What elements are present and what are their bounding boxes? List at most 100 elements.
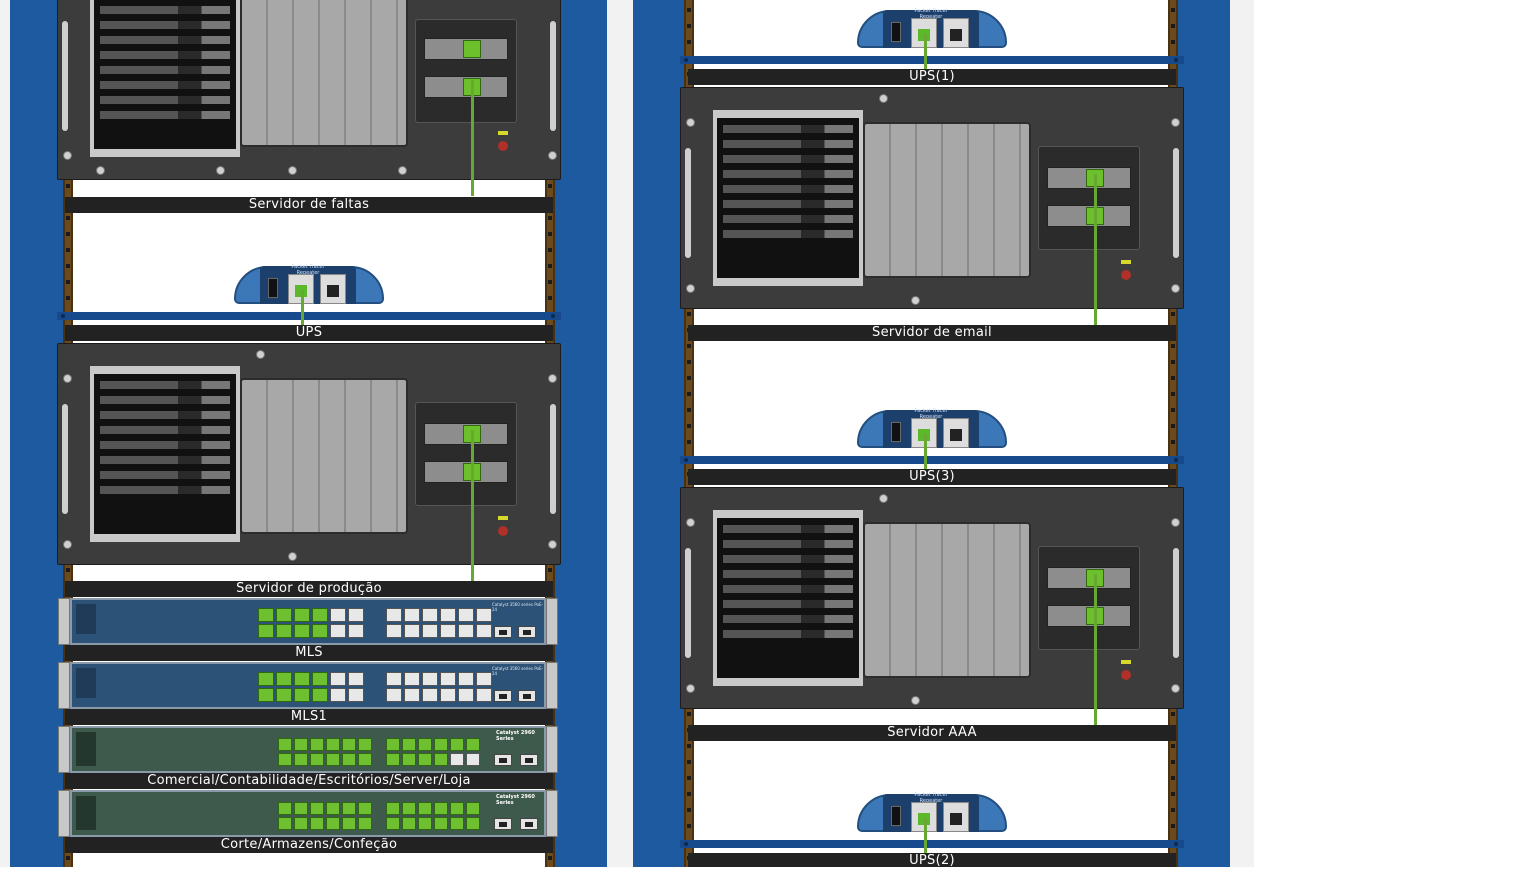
rack-right-backdrop bbox=[1230, 0, 1254, 867]
server-producao[interactable] bbox=[57, 343, 561, 565]
nic-slot-1 bbox=[1047, 567, 1131, 589]
drive-bay bbox=[713, 110, 863, 286]
switch-mls[interactable]: Catalyst 3560 series PoE-24 bbox=[58, 598, 558, 645]
screw-icon bbox=[63, 374, 72, 383]
rack-ear bbox=[58, 790, 70, 837]
module-cage bbox=[863, 122, 1031, 278]
nic-panel bbox=[415, 402, 517, 506]
port-group bbox=[258, 672, 364, 702]
nic-slot-1 bbox=[424, 423, 508, 445]
rack-ear bbox=[546, 598, 558, 645]
cable bbox=[301, 290, 304, 326]
cable bbox=[924, 34, 927, 70]
device-label: Servidor de email bbox=[688, 325, 1176, 341]
power-switch[interactable] bbox=[268, 278, 278, 298]
device-label: UPS(1) bbox=[688, 69, 1176, 85]
nic-slot-2 bbox=[424, 461, 508, 483]
cisco-logo bbox=[76, 796, 96, 830]
cisco-logo bbox=[76, 604, 96, 634]
device-label: UPS bbox=[65, 325, 553, 341]
module-cage bbox=[240, 378, 408, 534]
screw-icon bbox=[1171, 118, 1180, 127]
drive-bay bbox=[90, 0, 240, 157]
server-email[interactable] bbox=[680, 87, 1184, 309]
power-switch[interactable] bbox=[891, 422, 901, 442]
screw-icon bbox=[1171, 684, 1180, 693]
sfp-port[interactable] bbox=[520, 754, 538, 766]
rack-ear bbox=[58, 726, 70, 773]
nic-panel bbox=[1038, 546, 1140, 650]
cisco-logo bbox=[76, 668, 96, 698]
ups-device[interactable]: Packet Tracer Repeater bbox=[234, 258, 384, 304]
screw-icon bbox=[63, 151, 72, 160]
switch-corte[interactable]: Catalyst 2960 Series bbox=[58, 790, 558, 837]
nic-slot-1 bbox=[424, 38, 508, 60]
rack-shelf bbox=[680, 840, 1184, 848]
sfp-port[interactable] bbox=[520, 818, 538, 830]
server-handle-right bbox=[550, 21, 556, 131]
device-label: Comercial/Contabilidade/Escritórios/Serv… bbox=[65, 773, 553, 789]
screw-icon bbox=[879, 94, 888, 103]
rack-ear bbox=[546, 662, 558, 709]
screw-icon bbox=[911, 696, 920, 705]
screw-icon bbox=[548, 151, 557, 160]
power-button[interactable] bbox=[498, 141, 508, 151]
power-switch[interactable] bbox=[891, 22, 901, 42]
module-cage bbox=[240, 0, 408, 147]
sfp-port[interactable] bbox=[494, 818, 512, 830]
ups-device[interactable]: Packet Tracer Repeater bbox=[857, 2, 1007, 48]
power-switch[interactable] bbox=[891, 806, 901, 826]
screw-icon bbox=[911, 296, 920, 305]
device-label: MLS1 bbox=[65, 709, 553, 725]
rack-ear bbox=[546, 726, 558, 773]
server-handle-right bbox=[550, 404, 556, 514]
server-faltas[interactable] bbox=[57, 0, 561, 180]
server-handle-left bbox=[62, 21, 68, 131]
nic-slot-1 bbox=[1047, 167, 1131, 189]
ups-port-in[interactable] bbox=[320, 274, 346, 304]
screw-icon bbox=[288, 166, 297, 175]
sfp-port[interactable] bbox=[494, 690, 512, 702]
ups-faceplate: Packet Tracer Repeater bbox=[883, 408, 979, 448]
screw-icon bbox=[879, 494, 888, 503]
screw-icon bbox=[686, 118, 695, 127]
sfp-port[interactable] bbox=[518, 690, 536, 702]
port-group bbox=[278, 738, 372, 766]
power-led bbox=[1121, 660, 1131, 664]
screw-icon bbox=[63, 540, 72, 549]
cable bbox=[1094, 174, 1097, 326]
drive-bay bbox=[90, 366, 240, 542]
ups-device[interactable]: Packet Tracer Repeater bbox=[857, 402, 1007, 448]
power-led bbox=[1121, 260, 1131, 264]
cable bbox=[471, 80, 474, 196]
switch-mls1[interactable]: Catalyst 3560 series PoE-24 bbox=[58, 662, 558, 709]
device-label: MLS bbox=[65, 645, 553, 661]
power-button[interactable] bbox=[1121, 270, 1131, 280]
screw-icon bbox=[216, 166, 225, 175]
cisco-logo bbox=[76, 732, 96, 766]
ethernet-port[interactable] bbox=[463, 40, 481, 58]
server-handle-left bbox=[685, 148, 691, 258]
ups-port-in[interactable] bbox=[943, 418, 969, 448]
nic-slot-2 bbox=[1047, 605, 1131, 627]
sfp-port[interactable] bbox=[494, 754, 512, 766]
port-group bbox=[278, 802, 372, 830]
screw-icon bbox=[398, 166, 407, 175]
device-label: Servidor de produção bbox=[65, 581, 553, 597]
rack-shelf bbox=[57, 312, 561, 320]
sfp-port[interactable] bbox=[518, 626, 536, 638]
server-handle-left bbox=[62, 404, 68, 514]
screw-icon bbox=[548, 374, 557, 383]
power-button[interactable] bbox=[498, 526, 508, 536]
sfp-port[interactable] bbox=[494, 626, 512, 638]
ups-device[interactable]: Packet Tracer Repeater bbox=[857, 786, 1007, 832]
switch-comercial[interactable]: Catalyst 2960 Series bbox=[58, 726, 558, 773]
power-button[interactable] bbox=[1121, 670, 1131, 680]
nic-slot-2 bbox=[424, 76, 508, 98]
ups-port-in[interactable] bbox=[943, 18, 969, 48]
rack-shelf bbox=[680, 456, 1184, 464]
server-aaa[interactable] bbox=[680, 487, 1184, 709]
screw-icon bbox=[1171, 284, 1180, 293]
device-label: UPS(3) bbox=[688, 469, 1176, 485]
ups-port-in[interactable] bbox=[943, 802, 969, 832]
